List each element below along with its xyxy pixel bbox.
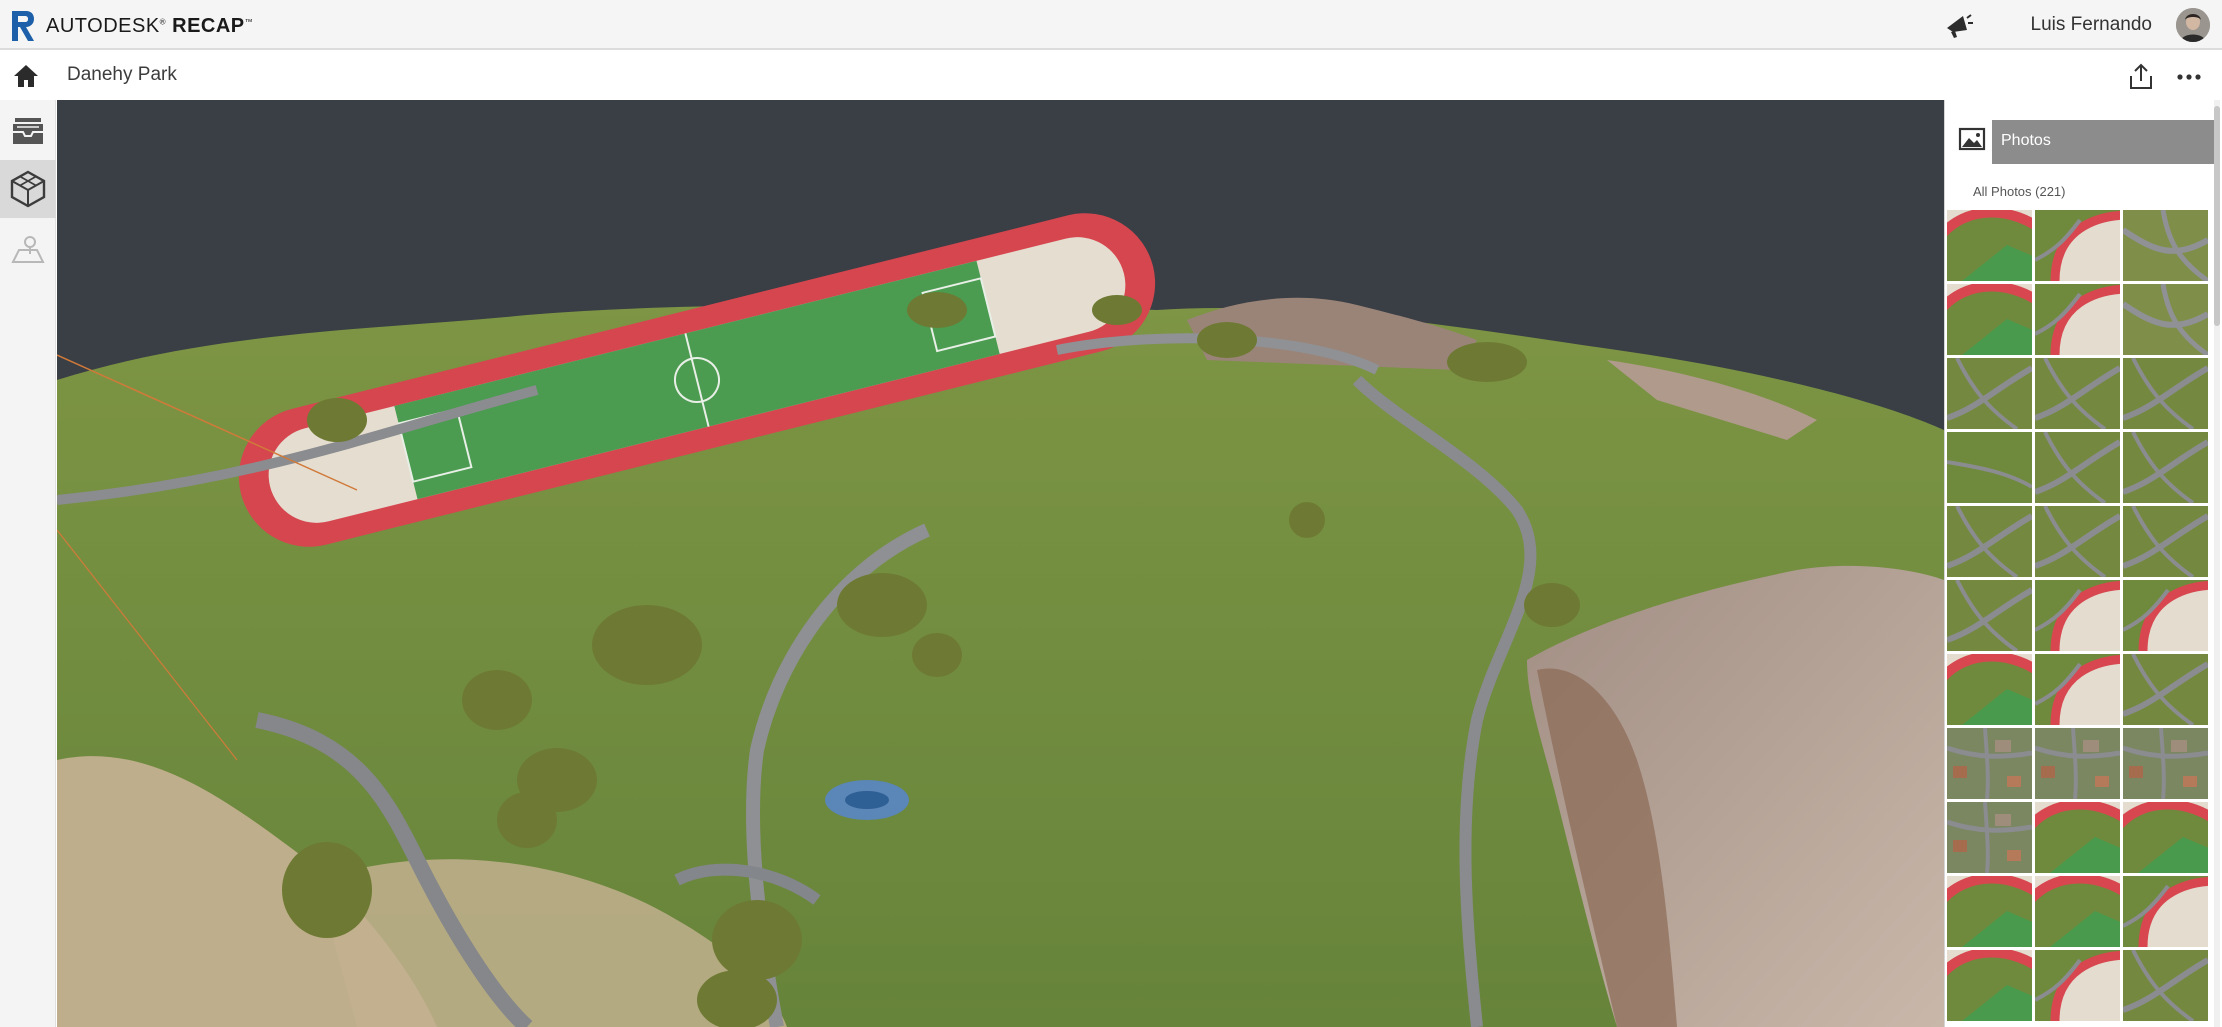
photo-thumbnail-image — [1947, 728, 2032, 799]
home-icon[interactable] — [12, 62, 40, 90]
photo-thumbnail[interactable] — [2123, 728, 2208, 799]
avatar-image — [2176, 8, 2210, 42]
project-header: Danehy Park — [0, 52, 2222, 100]
photo-thumbnail[interactable] — [2123, 432, 2208, 503]
photo-thumbnail[interactable] — [2123, 580, 2208, 651]
photo-thumbnail-image — [1947, 950, 2032, 1021]
left-rail — [0, 100, 56, 1027]
photo-thumbnail-image — [2035, 210, 2120, 281]
brand-name: AUTODESK® RECAP™ — [46, 14, 254, 37]
photo-thumbnail-image — [2123, 210, 2208, 281]
user-name[interactable]: Luis Fernando — [2031, 14, 2152, 36]
photo-thumbnail-image — [2035, 284, 2120, 355]
photo-thumbnail-image — [2035, 432, 2120, 503]
photo-thumbnail-image — [2035, 802, 2120, 873]
photo-thumbnail-image — [2123, 284, 2208, 355]
rail-data-button[interactable] — [0, 102, 56, 160]
recap-logo-icon — [12, 11, 34, 41]
photo-thumbnail-image — [2035, 876, 2120, 947]
project-title: Danehy Park — [67, 64, 177, 85]
photo-thumbnail[interactable] — [2035, 210, 2120, 281]
photo-thumbnail[interactable] — [1947, 210, 2032, 281]
photo-thumbnail-image — [1947, 284, 2032, 355]
image-icon[interactable] — [1957, 124, 1987, 154]
photo-thumbnail[interactable] — [2123, 284, 2208, 355]
avatar[interactable] — [2176, 8, 2210, 42]
rail-map-button[interactable] — [0, 220, 56, 278]
photo-thumbnail[interactable] — [2035, 950, 2120, 1021]
photo-thumbnail-image — [1947, 580, 2032, 651]
photo-thumbnail[interactable] — [2035, 728, 2120, 799]
all-photos-label[interactable]: All Photos (221) — [1973, 184, 2066, 199]
photo-thumbnail[interactable] — [1947, 802, 2032, 873]
brand-suffix: RECAP — [172, 14, 245, 37]
photo-thumbnail-image — [1947, 654, 2032, 725]
photo-grid — [1947, 210, 2209, 1021]
photo-thumbnail[interactable] — [2035, 802, 2120, 873]
photo-thumbnail-image — [1947, 876, 2032, 947]
photo-thumbnail-image — [2035, 358, 2120, 429]
map-icon — [11, 236, 45, 263]
3d-model-icon — [10, 170, 46, 208]
photo-thumbnail[interactable] — [2035, 506, 2120, 577]
photos-panel: Photos All Photos (221) — [1944, 100, 2222, 1027]
photo-thumbnail[interactable] — [2123, 210, 2208, 281]
photo-thumbnail-image — [1947, 802, 2032, 873]
photo-thumbnail[interactable] — [1947, 506, 2032, 577]
photo-thumbnail[interactable] — [1947, 654, 2032, 725]
photo-thumbnail-image — [2035, 506, 2120, 577]
photo-thumbnail-image — [2035, 950, 2120, 1021]
brand-prefix: AUTODESK — [46, 14, 160, 37]
photo-thumbnail[interactable] — [1947, 728, 2032, 799]
photo-thumbnail-image — [2123, 728, 2208, 799]
scrollbar-thumb[interactable] — [2214, 106, 2220, 326]
photo-thumbnail-image — [2123, 432, 2208, 503]
photo-thumbnail-image — [2123, 876, 2208, 947]
photo-thumbnail-image — [2123, 654, 2208, 725]
photo-thumbnail[interactable] — [2035, 876, 2120, 947]
photo-thumbnail[interactable] — [2123, 506, 2208, 577]
top-bar: AUTODESK® RECAP™ Luis Fernando — [0, 0, 2222, 50]
data-icon — [13, 118, 43, 144]
more-options-icon[interactable] — [2174, 62, 2204, 92]
3d-viewport[interactable] — [57, 100, 1944, 1027]
photo-thumbnail-image — [1947, 432, 2032, 503]
brand[interactable]: AUTODESK® RECAP™ — [10, 9, 253, 43]
photo-thumbnail[interactable] — [2035, 358, 2120, 429]
photo-thumbnail[interactable] — [2123, 950, 2208, 1021]
photo-thumbnail-image — [1947, 506, 2032, 577]
photo-thumbnail-image — [2123, 358, 2208, 429]
share-icon[interactable] — [2126, 62, 2156, 92]
photo-thumbnail[interactable] — [1947, 358, 2032, 429]
photo-thumbnail-image — [2123, 950, 2208, 1021]
photo-thumbnail-image — [2123, 506, 2208, 577]
photo-thumbnail[interactable] — [1947, 432, 2032, 503]
photo-thumbnail[interactable] — [1947, 950, 2032, 1021]
photo-thumbnail-image — [2035, 580, 2120, 651]
rail-3d-model-button[interactable] — [0, 160, 56, 218]
photo-thumbnail-image — [2035, 654, 2120, 725]
panel-scrollbar[interactable] — [2214, 100, 2220, 1027]
photo-thumbnail-image — [2123, 802, 2208, 873]
photo-thumbnail-image — [1947, 358, 2032, 429]
user-area: Luis Fernando — [1941, 8, 2210, 42]
photo-thumbnail[interactable] — [1947, 284, 2032, 355]
photo-thumbnail-image — [2123, 580, 2208, 651]
photo-thumbnail[interactable] — [2035, 654, 2120, 725]
point-cloud-scene — [57, 100, 1944, 1027]
photo-thumbnail[interactable] — [1947, 876, 2032, 947]
photo-thumbnail[interactable] — [2123, 876, 2208, 947]
photo-thumbnail[interactable] — [2123, 802, 2208, 873]
photo-thumbnail[interactable] — [2035, 284, 2120, 355]
photos-tab[interactable]: Photos — [1992, 120, 2218, 164]
photo-thumbnail[interactable] — [2035, 432, 2120, 503]
photo-thumbnail[interactable] — [2123, 654, 2208, 725]
photo-thumbnail[interactable] — [1947, 580, 2032, 651]
photo-thumbnail-image — [1947, 210, 2032, 281]
photo-thumbnail[interactable] — [2035, 580, 2120, 651]
photo-thumbnail[interactable] — [2123, 358, 2208, 429]
photo-thumbnail-image — [2035, 728, 2120, 799]
megaphone-icon[interactable] — [1941, 8, 1975, 42]
